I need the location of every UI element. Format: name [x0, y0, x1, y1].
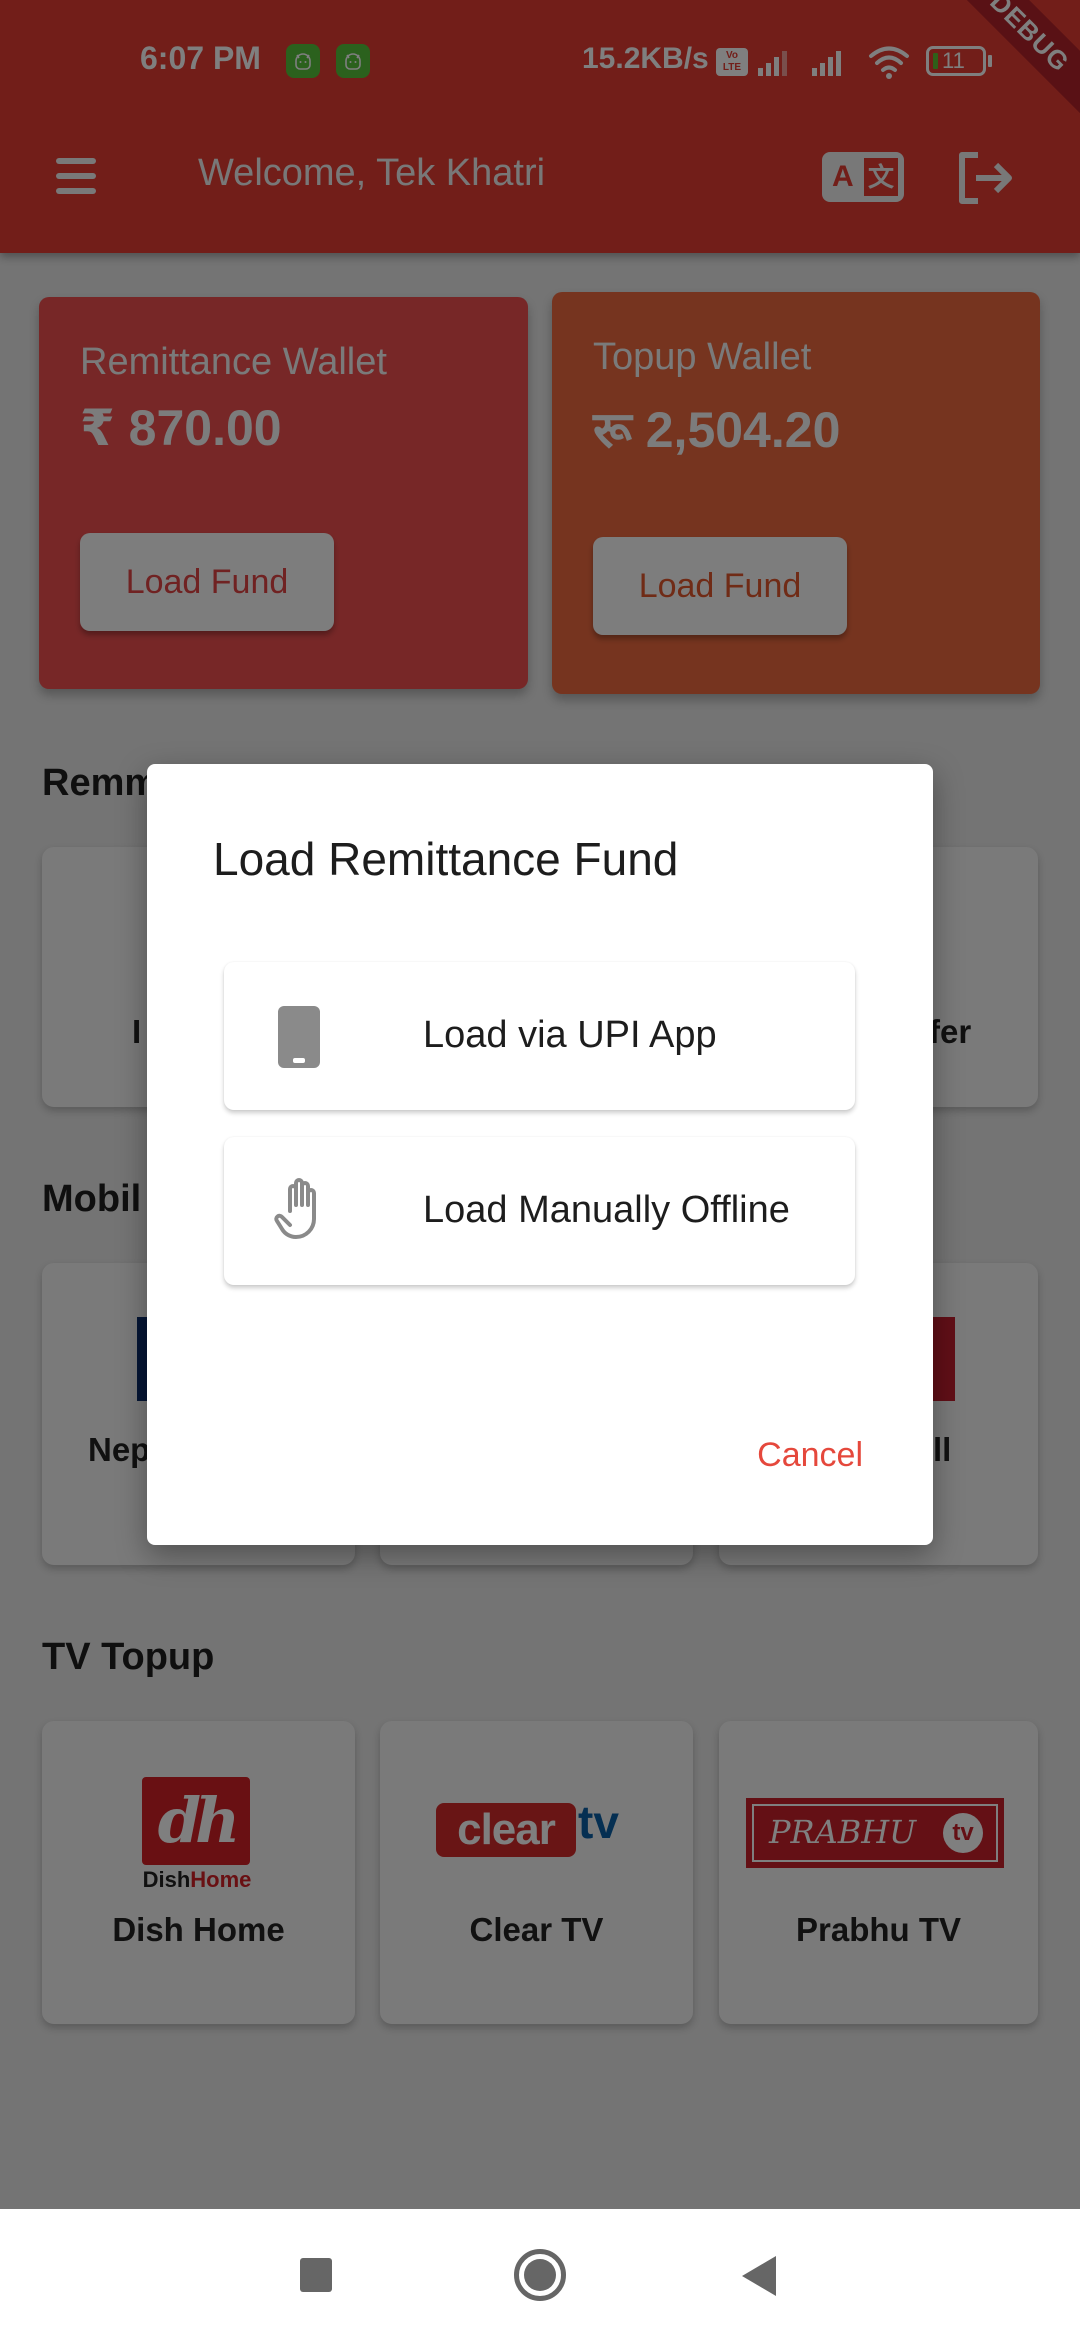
recents-button[interactable] — [300, 2258, 332, 2292]
option-label: Load via UPI App — [423, 1014, 717, 1056]
back-button[interactable] — [742, 2256, 776, 2296]
load-remittance-fund-dialog: Load Remittance Fund Load via UPI App Lo… — [147, 764, 933, 1545]
smartphone-icon — [278, 1006, 320, 1068]
load-manually-offline-option[interactable]: Load Manually Offline — [224, 1137, 855, 1285]
hand-icon — [274, 1178, 316, 1239]
dialog-title: Load Remittance Fund — [213, 833, 679, 885]
load-via-upi-option[interactable]: Load via UPI App — [224, 962, 855, 1110]
cancel-button[interactable]: Cancel — [757, 1436, 863, 1475]
home-button[interactable] — [514, 2249, 566, 2301]
option-label: Load Manually Offline — [423, 1189, 790, 1231]
